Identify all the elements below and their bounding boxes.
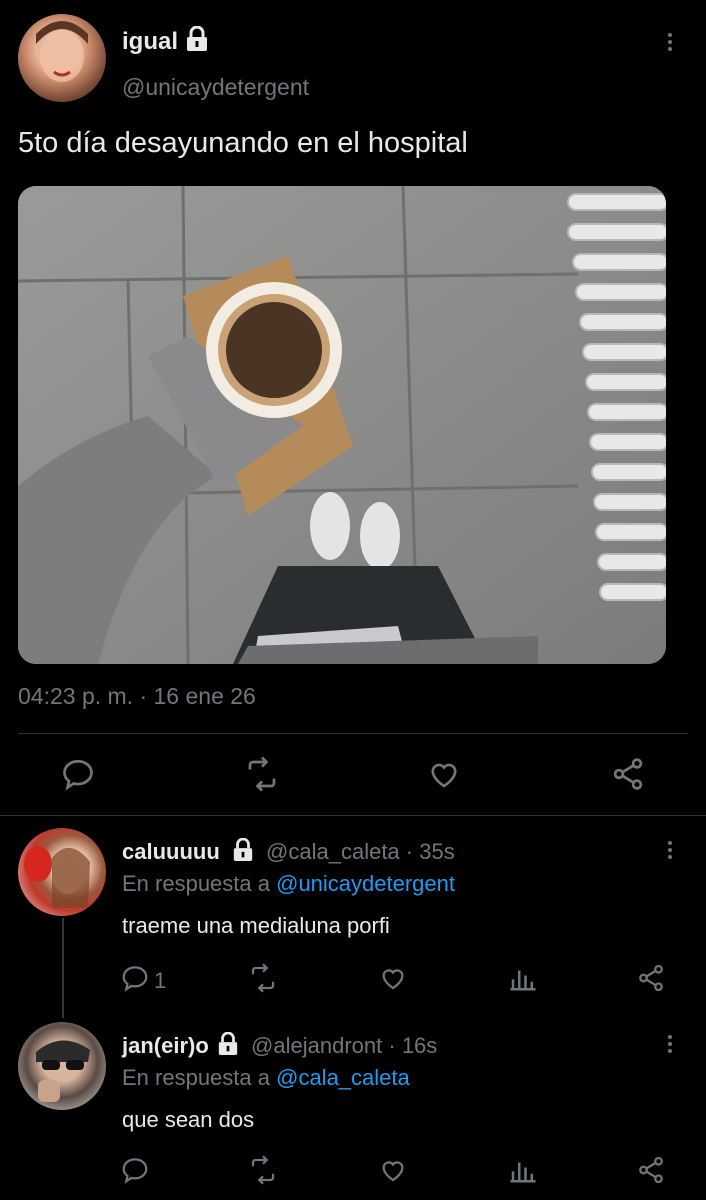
analytics-button[interactable] xyxy=(508,1155,538,1190)
share-button[interactable] xyxy=(636,1155,666,1190)
in-reply-to-link[interactable]: @unicaydetergent xyxy=(276,871,455,896)
reply-button[interactable] xyxy=(60,756,96,797)
avatar-main[interactable] xyxy=(18,14,106,102)
reply-2-text: que sean dos xyxy=(122,1107,255,1132)
share-icon xyxy=(610,756,646,797)
retweet-icon xyxy=(248,1155,278,1190)
reply-1-handle[interactable]: @cala_caleta xyxy=(266,839,400,864)
lock-icon xyxy=(185,25,209,59)
reply-2-handle[interactable]: @alejandront xyxy=(251,1033,382,1058)
tweet-text: 5to día desayunando en el hospital xyxy=(18,127,468,159)
reply-1-time[interactable]: · 35s xyxy=(406,839,455,864)
avatar-reply-2[interactable] xyxy=(18,1022,106,1110)
retweet-icon xyxy=(244,756,280,797)
in-reply-prefix: En respuesta a xyxy=(122,1065,270,1090)
retweet-button[interactable] xyxy=(248,963,278,998)
retweet-icon xyxy=(248,963,278,998)
reply-icon xyxy=(120,1155,150,1190)
retweet-button[interactable] xyxy=(248,1155,278,1190)
tweet-photo[interactable] xyxy=(18,186,666,664)
heart-icon xyxy=(426,756,462,797)
share-icon xyxy=(636,963,666,998)
reply-2-display-name[interactable]: jan(eir)o xyxy=(122,1033,209,1058)
analytics-icon xyxy=(508,1155,538,1190)
analytics-icon xyxy=(508,963,538,998)
reply-2-context: En respuesta a @cala_caleta xyxy=(122,1065,410,1091)
heart-icon xyxy=(378,963,408,998)
reply-button[interactable]: 1 xyxy=(120,963,166,999)
reply-2-header: jan(eir)o @alejandront · 16s xyxy=(122,1031,437,1062)
reply-1-context: En respuesta a @unicaydetergent xyxy=(122,871,455,897)
divider xyxy=(18,733,688,734)
retweet-button[interactable] xyxy=(244,756,280,797)
in-reply-prefix: En respuesta a xyxy=(122,871,270,896)
display-name-row: igual xyxy=(122,25,209,59)
reply-1-display-name[interactable]: caluuuuu xyxy=(122,839,220,864)
tweet-timestamp[interactable]: 04:23 p. m. · 16 ene 26 xyxy=(18,683,256,710)
reply-button[interactable] xyxy=(120,1155,150,1190)
display-name[interactable]: igual xyxy=(122,28,178,55)
more-options-icon[interactable] xyxy=(660,30,680,54)
avatar-reply-1[interactable] xyxy=(18,828,106,916)
reply-count: 1 xyxy=(154,968,167,993)
more-options-icon[interactable] xyxy=(660,838,680,862)
divider xyxy=(0,815,706,816)
share-button[interactable] xyxy=(610,756,646,797)
handle[interactable]: @unicaydetergent xyxy=(122,74,309,101)
lock-icon xyxy=(232,837,254,868)
in-reply-to-link[interactable]: @cala_caleta xyxy=(276,1065,410,1090)
heart-icon xyxy=(378,1155,408,1190)
reply-2-time[interactable]: · 16s xyxy=(388,1033,437,1058)
like-button[interactable] xyxy=(426,756,462,797)
share-button[interactable] xyxy=(636,963,666,998)
like-button[interactable] xyxy=(378,963,408,998)
more-options-icon[interactable] xyxy=(660,1032,680,1056)
reply-1-header: caluuuuu @cala_caleta · 35s xyxy=(122,837,455,868)
reply-icon xyxy=(60,756,96,797)
lock-icon xyxy=(217,1031,239,1062)
reply-icon xyxy=(120,963,150,999)
share-icon xyxy=(636,1155,666,1190)
thread-line xyxy=(62,918,64,1018)
reply-1-text: traeme una medialuna porfi xyxy=(122,913,390,938)
analytics-button[interactable] xyxy=(508,963,538,998)
like-button[interactable] xyxy=(378,1155,408,1190)
